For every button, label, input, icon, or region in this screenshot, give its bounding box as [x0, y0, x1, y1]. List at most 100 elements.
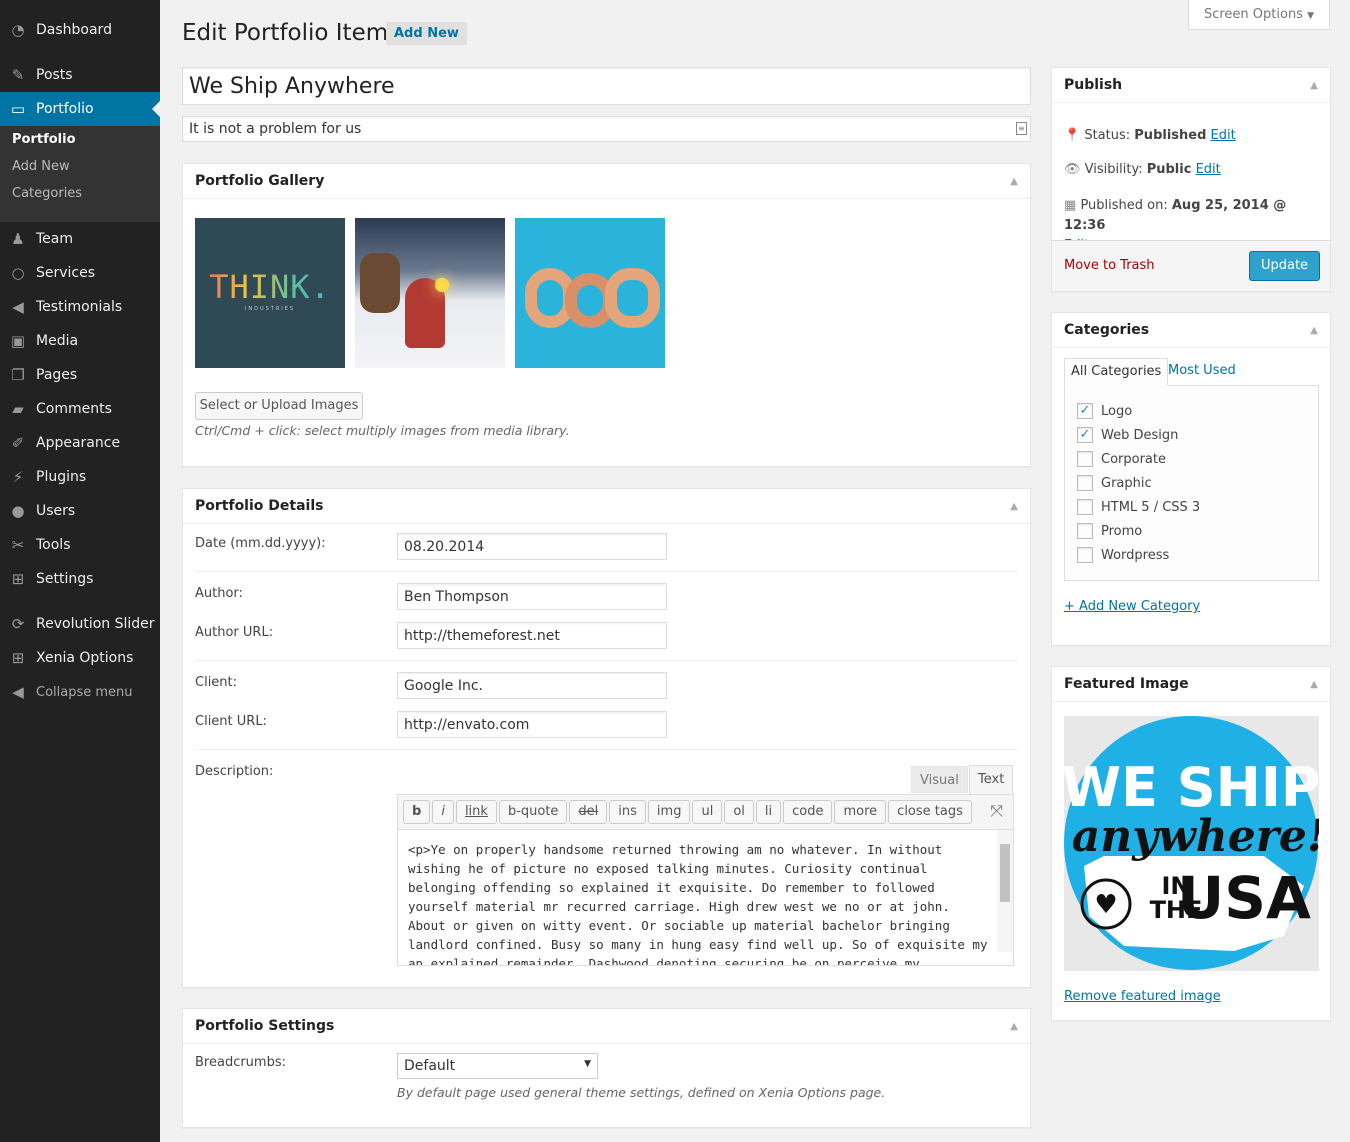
quicktag-img-button[interactable]: img: [647, 800, 691, 824]
select-value: Default: [404, 1058, 456, 1074]
portfolio-gallery-box: Portfolio Gallery ▲ THINK. INDUSTRIES Sel…: [182, 163, 1031, 467]
scrollbar[interactable]: [997, 830, 1013, 952]
tab-text[interactable]: Text: [969, 765, 1014, 795]
quicktag-i-button[interactable]: i: [432, 800, 454, 824]
calendar-icon: ▦: [1064, 198, 1077, 213]
sidebar-item-plugins[interactable]: ⚡ Plugins: [0, 460, 160, 494]
sidebar-item-pages[interactable]: ❐ Pages: [0, 358, 160, 392]
quicktag-b-button[interactable]: b: [403, 800, 431, 824]
collapse-arrow-icon[interactable]: ▲: [1010, 489, 1018, 524]
sidebar-item-label: Revolution Slider: [36, 616, 155, 632]
checkbox[interactable]: [1077, 523, 1093, 539]
sidebar-item-xenia-options[interactable]: ⊞ Xenia Options: [0, 641, 160, 675]
collapse-menu-button[interactable]: ◀ Collapse menu: [0, 675, 160, 709]
user-icon: ●: [11, 502, 25, 520]
quicktag-ul-button[interactable]: ul: [692, 800, 723, 824]
sidebar-item-media[interactable]: ▣ Media: [0, 324, 160, 358]
sidebar-item-services[interactable]: ○ Services: [0, 256, 160, 290]
sidebar-item-settings[interactable]: ⊞ Settings: [0, 562, 160, 596]
collapse-arrow-icon[interactable]: ▲: [1010, 1009, 1018, 1044]
add-new-button[interactable]: Add New: [386, 22, 467, 45]
visibility-value: Public: [1146, 162, 1192, 177]
gallery-thumb[interactable]: [355, 218, 505, 368]
checkbox[interactable]: ✓: [1077, 427, 1093, 443]
edit-status-link[interactable]: Edit: [1211, 128, 1236, 143]
category-checkbox[interactable]: HTML 5 / CSS 3: [1077, 499, 1200, 515]
category-checkbox[interactable]: Corporate: [1077, 451, 1166, 467]
quicktag-ol-button[interactable]: ol: [724, 800, 754, 824]
sidebar-item-posts[interactable]: ✎ Posts: [0, 58, 160, 92]
author-input[interactable]: [397, 583, 667, 610]
box-title: Categories: [1064, 322, 1150, 338]
collapse-arrow-icon[interactable]: ▲: [1010, 164, 1018, 199]
quicktag-more-button[interactable]: more: [834, 800, 887, 824]
category-checkbox[interactable]: ✓ Logo: [1077, 403, 1132, 419]
gallery-thumb[interactable]: [515, 218, 665, 368]
sidebar-item-users[interactable]: ● Users: [0, 494, 160, 528]
pages-icon: ❐: [11, 366, 25, 384]
submenu-portfolio[interactable]: Portfolio: [0, 126, 160, 153]
sidebar-item-testimonials[interactable]: ◀ Testimonials: [0, 290, 160, 324]
move-to-trash-link[interactable]: Move to Trash: [1064, 258, 1155, 273]
sidebar-item-portfolio[interactable]: ▭ Portfolio: [0, 92, 160, 126]
quicktag-close-tags-button[interactable]: close tags: [888, 800, 972, 824]
checkbox[interactable]: ✓: [1077, 403, 1093, 419]
featured-image[interactable]: WE SHIP anywhere! ♥ IN THE USA: [1064, 716, 1319, 971]
sidebar-item-tools[interactable]: ✂ Tools: [0, 528, 160, 562]
screen-options-button[interactable]: Screen Options ▼: [1188, 0, 1330, 30]
add-new-category-link[interactable]: + Add New Category: [1064, 599, 1200, 614]
submenu-add-new[interactable]: Add New: [0, 153, 160, 180]
client-url-input[interactable]: [397, 711, 667, 738]
collapse-arrow-icon[interactable]: ▲: [1310, 313, 1318, 348]
quicktag-li-button[interactable]: li: [755, 800, 782, 824]
collapse-arrow-icon[interactable]: ▲: [1310, 68, 1318, 103]
checkbox[interactable]: [1077, 499, 1093, 515]
update-button[interactable]: Update: [1249, 251, 1320, 281]
edit-visibility-link[interactable]: Edit: [1196, 162, 1221, 177]
subtitle-input[interactable]: [182, 116, 1031, 142]
client-input[interactable]: [397, 672, 667, 699]
category-checkbox[interactable]: ✓ Web Design: [1077, 427, 1178, 443]
pin-icon: ✎: [11, 66, 25, 84]
dashboard-icon: ◔: [11, 21, 25, 39]
sidebar-item-revolution-slider[interactable]: ⟳ Revolution Slider: [0, 607, 160, 641]
tab-all-categories[interactable]: All Categories: [1064, 358, 1169, 386]
checkbox[interactable]: [1077, 451, 1093, 467]
author-url-input[interactable]: [397, 622, 667, 649]
select-upload-images-button[interactable]: Select or Upload Images: [195, 392, 363, 420]
checkbox[interactable]: [1077, 547, 1093, 563]
category-checkbox[interactable]: Graphic: [1077, 475, 1152, 491]
breadcrumbs-select[interactable]: Default ▼: [397, 1053, 598, 1079]
eye-icon: 👁: [1064, 162, 1081, 177]
thumb-logo-text: THINK.: [195, 268, 345, 306]
gallery-thumb[interactable]: THINK. INDUSTRIES: [195, 218, 345, 368]
quicktag-del-button[interactable]: del: [569, 800, 608, 824]
quicktag-ins-button[interactable]: ins: [609, 800, 646, 824]
quicktag-code-button[interactable]: code: [783, 800, 833, 824]
sidebar-item-appearance[interactable]: ✐ Appearance: [0, 426, 160, 460]
sidebar-item-label: Pages: [36, 367, 78, 383]
description-editor[interactable]: <p>Ye on properly handsome returned thro…: [397, 830, 1014, 966]
quicktag-b-quote-button[interactable]: b-quote: [498, 800, 568, 824]
folder-icon: ▭: [10, 100, 26, 118]
sidebar-item-team[interactable]: ♟ Team: [0, 222, 160, 256]
sidebar-item-dashboard[interactable]: ◔ Dashboard: [0, 13, 160, 47]
remove-featured-image-link[interactable]: Remove featured image: [1064, 989, 1221, 1004]
category-checkbox[interactable]: Wordpress: [1077, 547, 1169, 563]
collapse-icon: ◀: [12, 683, 24, 701]
publish-box: Publish ▲ 📍 Status: Published Edit 👁 Visi…: [1051, 67, 1331, 292]
category-checkbox[interactable]: Promo: [1077, 523, 1142, 539]
fullscreen-icon[interactable]: ⤧: [990, 801, 1003, 821]
sidebar-item-comments[interactable]: ▰ Comments: [0, 392, 160, 426]
title-input[interactable]: [182, 67, 1031, 105]
date-input[interactable]: [397, 533, 667, 560]
tab-visual[interactable]: Visual: [911, 766, 968, 793]
collapse-arrow-icon[interactable]: ▲: [1310, 667, 1318, 702]
portfolio-submenu: Portfolio Add New Categories: [0, 126, 160, 222]
category-label: HTML 5 / CSS 3: [1101, 499, 1201, 515]
tab-most-used[interactable]: Most Used: [1168, 358, 1236, 386]
submenu-categories[interactable]: Categories: [0, 180, 160, 207]
grid-icon: ⊞: [11, 649, 25, 667]
checkbox[interactable]: [1077, 475, 1093, 491]
quicktag-link-button[interactable]: link: [455, 800, 497, 824]
